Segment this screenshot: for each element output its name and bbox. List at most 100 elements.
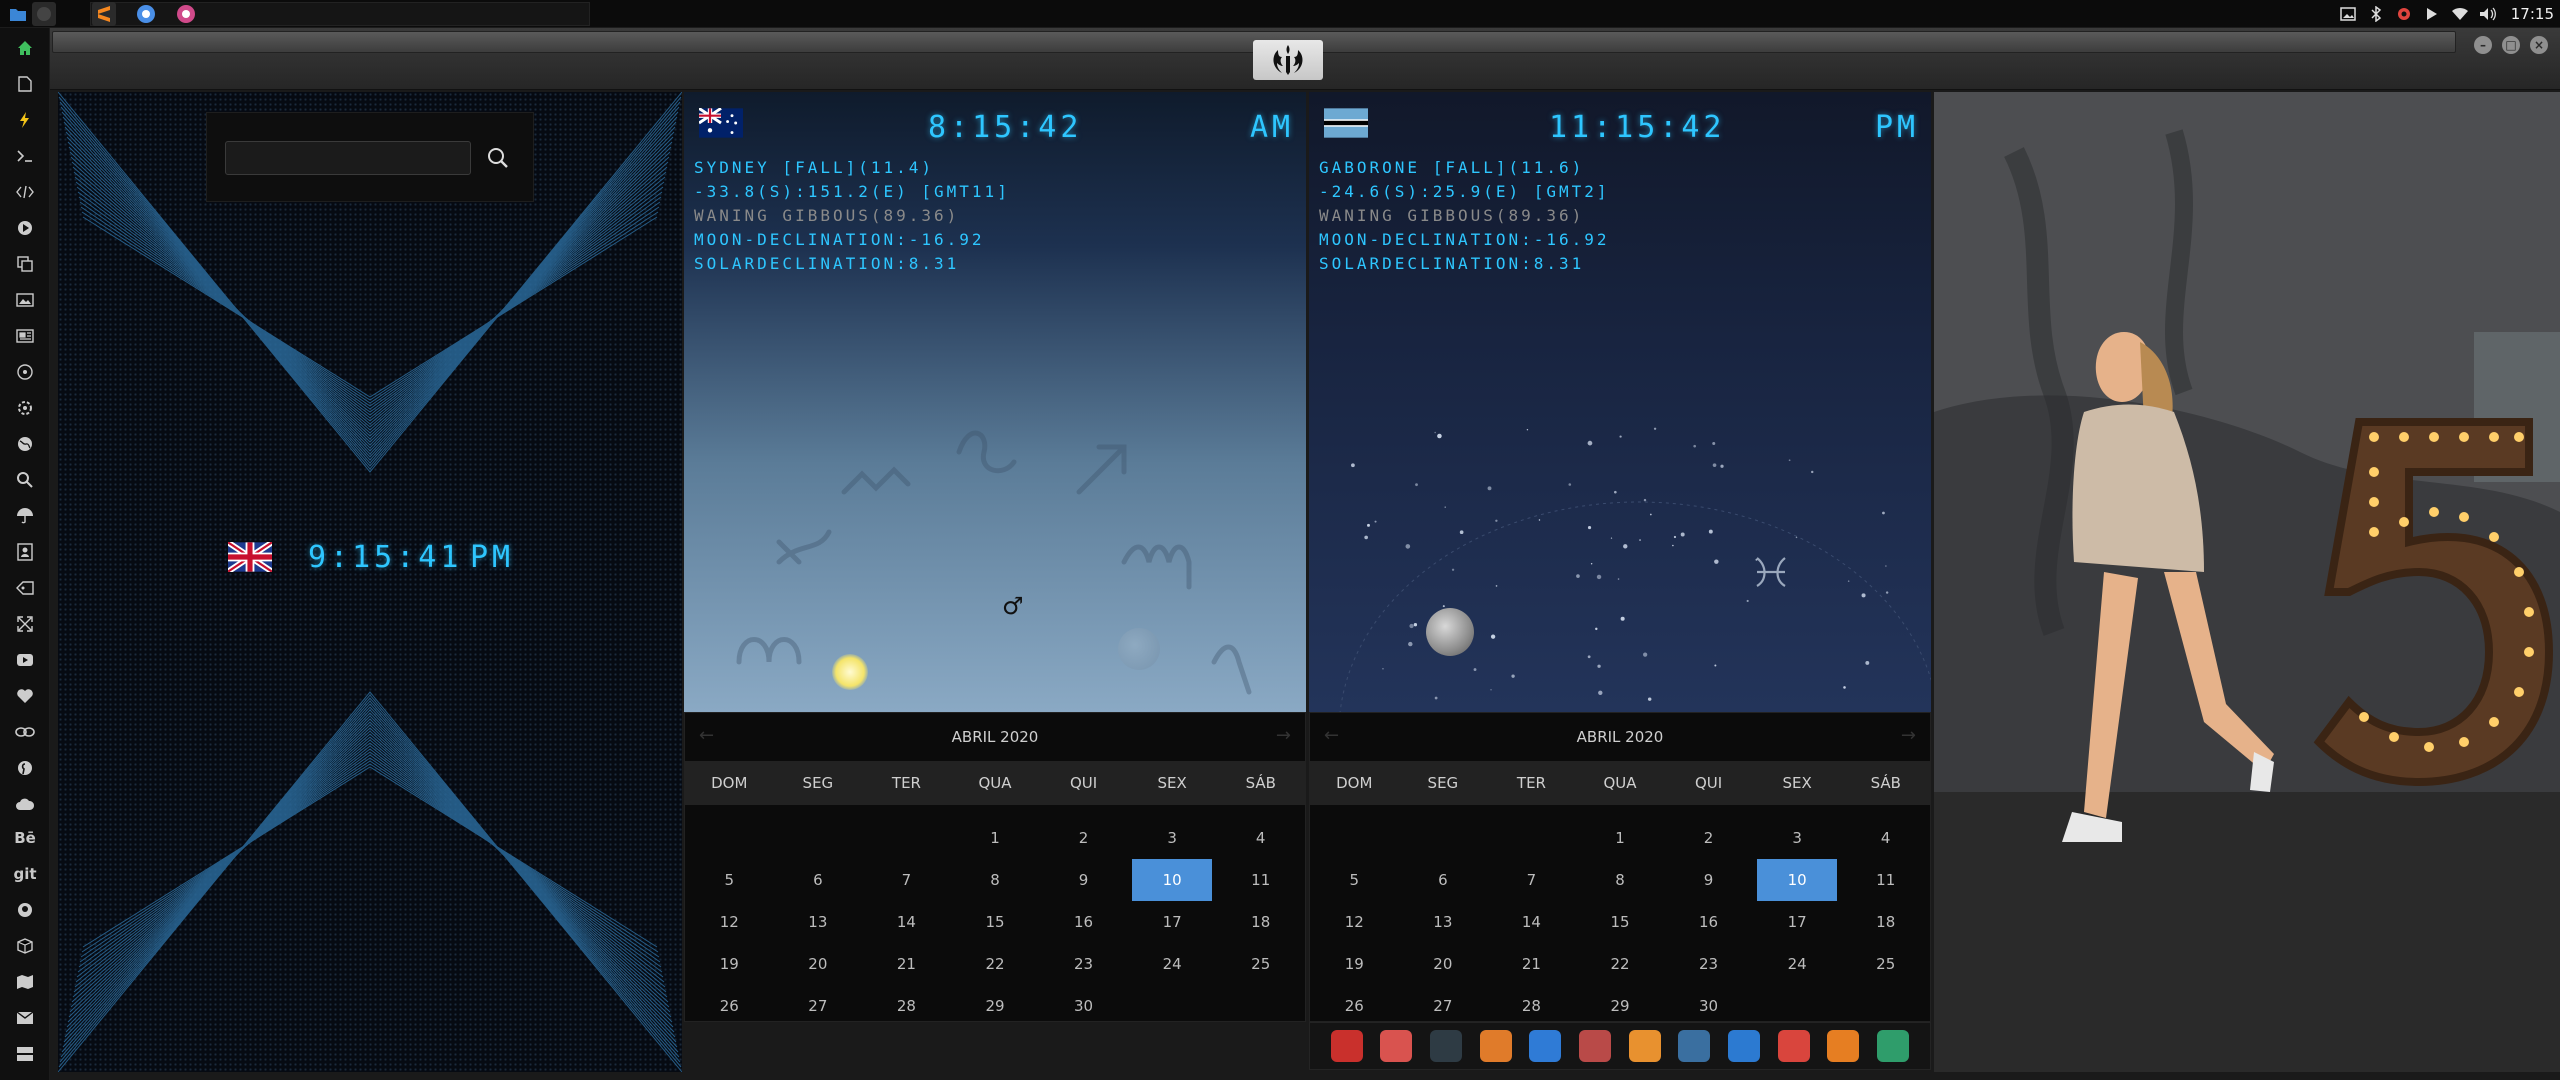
volume-icon[interactable] [2479, 5, 2497, 23]
calendar-day[interactable]: 14 [862, 901, 951, 943]
screenshot-icon[interactable] [2339, 5, 2357, 23]
calendar-day[interactable]: 9 [1664, 859, 1753, 901]
maximize-button[interactable]: □ [2502, 36, 2520, 54]
arrow-app-icon[interactable] [1827, 1030, 1860, 1062]
prev-month-button[interactable]: ← [1324, 725, 1339, 746]
rebel-app-icon[interactable] [174, 2, 198, 26]
search-input[interactable] [225, 141, 471, 175]
calendar-day[interactable]: 10 [1131, 859, 1213, 901]
minimize-button[interactable]: – [2474, 36, 2492, 54]
calendar-day[interactable]: 13 [774, 901, 863, 943]
expand-icon[interactable] [13, 612, 37, 636]
calendar-day[interactable]: 10 [1756, 859, 1838, 901]
calendar-day[interactable]: 5 [685, 859, 774, 901]
taskbar-clock[interactable]: 17:15 [2511, 5, 2554, 23]
terminal-icon[interactable] [13, 144, 37, 168]
news-icon[interactable] [13, 324, 37, 348]
calendar-day[interactable]: 17 [1753, 901, 1842, 943]
play-icon[interactable] [13, 216, 37, 240]
code-icon[interactable] [13, 180, 37, 204]
wifi-icon[interactable] [2451, 5, 2469, 23]
calendar-day[interactable]: 28 [862, 985, 951, 1027]
calendar-day[interactable]: 6 [774, 859, 863, 901]
rebel-alliance-icon[interactable] [1253, 40, 1323, 80]
calendar-day[interactable]: 26 [1310, 985, 1399, 1027]
notification-gear-icon[interactable] [2395, 5, 2413, 23]
globe-icon[interactable] [13, 432, 37, 456]
calendar-day[interactable]: 13 [1399, 901, 1488, 943]
atom-icon[interactable] [13, 360, 37, 384]
calendar-day[interactable]: 20 [774, 943, 863, 985]
prev-month-button[interactable]: ← [699, 725, 714, 746]
close-button[interactable]: × [2530, 36, 2548, 54]
calendar-day[interactable]: 2 [1039, 817, 1128, 859]
calendar-day[interactable]: 27 [1399, 985, 1488, 1027]
calendar-day[interactable]: 15 [951, 901, 1040, 943]
calendar-day[interactable]: 7 [1487, 859, 1576, 901]
calendar-day[interactable]: 3 [1753, 817, 1842, 859]
hourglass-icon[interactable] [1380, 1030, 1413, 1062]
next-month-button[interactable]: → [1901, 725, 1916, 746]
calendar-day[interactable]: 2 [1664, 817, 1753, 859]
behance-icon[interactable]: Bē [13, 826, 37, 850]
calendar-day[interactable]: 18 [1841, 901, 1930, 943]
calendar-day[interactable]: 30 [1039, 985, 1128, 1027]
contact-icon[interactable] [13, 540, 37, 564]
search-app-icon[interactable] [1628, 1030, 1661, 1062]
calendar-day[interactable]: 16 [1664, 901, 1753, 943]
calendar-day[interactable]: 22 [951, 943, 1040, 985]
clock-app-icon[interactable] [1678, 1030, 1711, 1062]
globe-dark-icon[interactable] [1430, 1030, 1463, 1062]
calendar-day[interactable]: 14 [1487, 901, 1576, 943]
calendar-day[interactable]: 11 [1841, 859, 1930, 901]
calendar-day[interactable]: 24 [1128, 943, 1217, 985]
calendar-day[interactable]: 24 [1753, 943, 1842, 985]
calendar-day[interactable]: 7 [862, 859, 951, 901]
image-viewer-icon[interactable] [1479, 1030, 1512, 1062]
web-browser-icon[interactable] [1728, 1030, 1761, 1062]
calendar-day[interactable]: 29 [951, 985, 1040, 1027]
next-month-button[interactable]: → [1276, 725, 1291, 746]
taskbar-window-list[interactable] [90, 2, 590, 26]
youtube-icon[interactable] [13, 648, 37, 672]
home-icon[interactable] [13, 36, 37, 60]
calendar-day[interactable]: 18 [1216, 901, 1305, 943]
umbrella-icon[interactable] [13, 504, 37, 528]
calendar-day[interactable]: 23 [1664, 943, 1753, 985]
translate-icon[interactable] [1529, 1030, 1562, 1062]
yandex-icon[interactable] [1877, 1030, 1910, 1062]
bluetooth-icon[interactable] [2367, 5, 2385, 23]
calendar-day[interactable]: 8 [1576, 859, 1665, 901]
chromium-icon[interactable] [134, 2, 158, 26]
window-titlebar[interactable]: – □ × [50, 28, 2560, 90]
calendar-day[interactable]: 26 [685, 985, 774, 1027]
map-icon[interactable] [13, 970, 37, 994]
pinterest-icon[interactable] [13, 756, 37, 780]
search-icon[interactable] [13, 468, 37, 492]
copy-icon[interactable] [13, 252, 37, 276]
calendar-day[interactable]: 9 [1039, 859, 1128, 901]
bolt-icon[interactable] [13, 108, 37, 132]
notes-icon[interactable] [1579, 1030, 1612, 1062]
calendar-day[interactable]: 8 [951, 859, 1040, 901]
calendar-app-icon[interactable] [1777, 1030, 1810, 1062]
heart-icon[interactable] [13, 684, 37, 708]
calendar-day[interactable]: 19 [1310, 943, 1399, 985]
calendar-day[interactable]: 27 [774, 985, 863, 1027]
calendar-day[interactable]: 29 [1576, 985, 1665, 1027]
calendar-day[interactable]: 17 [1128, 901, 1217, 943]
link-icon[interactable] [13, 720, 37, 744]
storage-icon[interactable] [13, 1042, 37, 1066]
calendar-day[interactable]: 3 [1128, 817, 1217, 859]
calendar-day[interactable]: 4 [1216, 817, 1305, 859]
calendar-day[interactable]: 25 [1216, 943, 1305, 985]
settings-icon[interactable] [13, 396, 37, 420]
acrobat-icon[interactable] [1330, 1030, 1363, 1062]
files-icon[interactable] [6, 2, 30, 26]
calendar-day[interactable]: 4 [1841, 817, 1930, 859]
calendar-day[interactable]: 5 [1310, 859, 1399, 901]
package-icon[interactable] [13, 934, 37, 958]
image-icon[interactable] [13, 288, 37, 312]
calendar-day[interactable]: 20 [1399, 943, 1488, 985]
calendar-day[interactable]: 11 [1216, 859, 1305, 901]
